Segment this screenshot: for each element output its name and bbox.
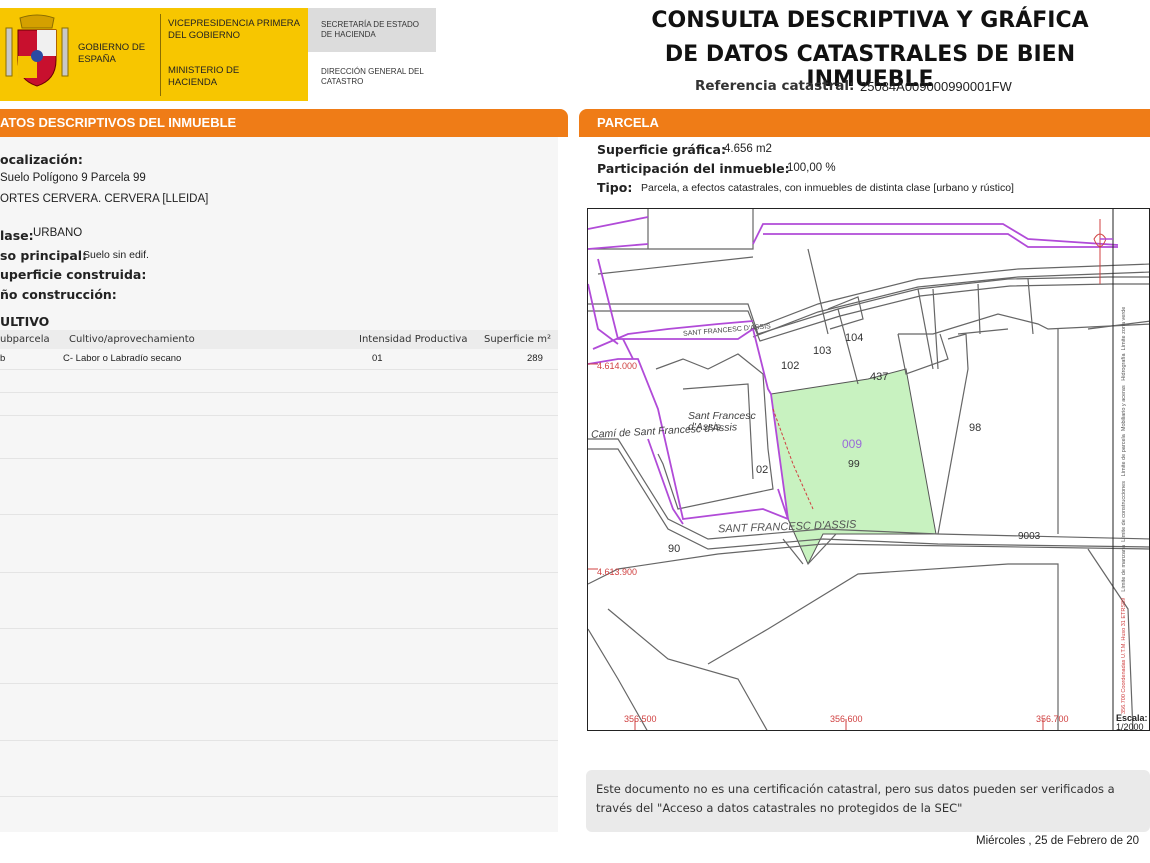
disclaimer-box: Este documento no es una certificación c… <box>586 770 1150 832</box>
map-label-9003: 9003 <box>1018 531 1041 542</box>
divider <box>160 14 161 96</box>
map-coord-x1: 356.500 <box>624 714 657 724</box>
legend-item-construcciones: Límite de construcciones <box>1121 481 1127 542</box>
anio-construccion-label: ño construcción: <box>0 287 117 302</box>
table-rule <box>0 514 558 515</box>
secretaria-label: SECRETARÍA DE ESTADO DE HACIENDA <box>321 20 419 39</box>
coat-of-arms-icon <box>5 14 69 87</box>
localizacion-label: ocalización: <box>0 152 83 167</box>
clase-value: URBANO <box>33 227 83 239</box>
th-intensidad: Intensidad Productiva <box>359 334 468 345</box>
map-svg <box>588 209 1149 730</box>
table-rule <box>0 796 558 797</box>
table-rule <box>0 458 558 459</box>
table-rule <box>0 415 558 416</box>
map-label-104: 104 <box>845 332 864 344</box>
descriptive-panel <box>0 137 558 832</box>
map-label-009: 009 <box>842 437 863 451</box>
map-coord-x3: 356.700 <box>1036 714 1069 724</box>
ref-value: 25084A009000990001FW <box>860 79 1012 94</box>
clase-label: lase: <box>0 228 34 243</box>
tipo-label: Tipo: <box>597 180 633 195</box>
map-label-90: 90 <box>668 543 681 555</box>
participacion-label: Participación del inmueble: <box>597 161 790 176</box>
cultivo-title: ULTIVO <box>0 314 50 329</box>
th-cultivo: Cultivo/aprovechamiento <box>69 334 195 345</box>
cell-intensidad: 01 <box>372 353 383 364</box>
uso-value: Suelo sin edif. <box>83 249 149 261</box>
localizacion-line1: Suelo Polígono 9 Parcela 99 <box>0 172 146 184</box>
table-rule <box>0 740 558 741</box>
map-legend: 356.700 Coordenadas U.T.M. Huso 31 ETRS8… <box>1121 214 1141 714</box>
section-title: ATOS DESCRIPTIVOS DEL INMUEBLE <box>0 115 237 130</box>
map-label-102: 102 <box>781 360 800 372</box>
escala-value: 1/2000 <box>1116 722 1144 731</box>
map-label-02: 02 <box>756 464 769 476</box>
map-label-98: 98 <box>969 422 982 434</box>
legend-item-mobiliario: Mobiliario y aceras <box>1121 385 1127 432</box>
direccion-label: DIRECCIÓN GENERAL DEL CATASTRO <box>321 67 424 86</box>
participacion-value: 100,00 % <box>787 162 836 174</box>
legend-item-parcela: Límite de parcela <box>1121 434 1127 477</box>
document-date: Miércoles , 25 de Febrero de 20 <box>976 835 1140 847</box>
map-coord-y1: 4.614.000 <box>597 361 638 371</box>
vicepresidencia-label: VICEPRESIDENCIA PRIMERA DEL GOBIERNO <box>168 18 300 41</box>
cell-cultivo: C- Labor o Labradío secano <box>63 353 182 364</box>
gobierno-label: GOBIERNO DE ESPAÑA <box>78 42 146 65</box>
legend-item-manzana: Límite de manzana <box>1121 544 1127 592</box>
map-coord-y2: 4.613.900 <box>597 567 638 577</box>
map-label-437: 437 <box>870 371 889 383</box>
cell-subparcela: b <box>0 353 6 364</box>
cadastral-map[interactable]: 102 103 104 437 98 02 90 9003 009 99 SAN… <box>587 208 1150 731</box>
tipo-value: Parcela, a efectos catastrales, con inmu… <box>641 182 1014 194</box>
disclaimer-text: Este documento no es una certificación c… <box>596 782 1115 815</box>
uso-label: so principal: <box>0 248 88 263</box>
th-superficie: Superficie m² <box>484 334 551 345</box>
table-rule <box>0 369 558 370</box>
section-title: PARCELA <box>597 115 659 130</box>
table-rule <box>0 392 558 393</box>
th-subparcela: ubparcela <box>0 334 50 345</box>
legend-coords: 356.700 Coordenadas U.T.M. Huso 31 ETRS8… <box>1121 597 1127 714</box>
superficie-construida-label: uperficie construida: <box>0 267 147 282</box>
ref-label: Referencia catastral: <box>695 78 855 94</box>
table-rule <box>0 572 558 573</box>
localizacion-line2: ORTES CERVERA. CERVERA [LLEIDA] <box>0 193 209 205</box>
section-header-descriptivos: ATOS DESCRIPTIVOS DEL INMUEBLE <box>0 109 568 137</box>
map-label-103: 103 <box>813 345 832 357</box>
ministerio-label: MINISTERIO DE HACIENDA <box>168 65 240 88</box>
legend-item-zona-verde: Límite zona verde <box>1121 306 1127 351</box>
table-rule <box>0 683 558 684</box>
map-label-99: 99 <box>848 458 860 470</box>
cell-superficie: 289 <box>527 353 543 364</box>
table-rule <box>0 628 558 629</box>
sup-grafica-value: 4.656 m2 <box>724 143 772 155</box>
map-coord-x2: 356.600 <box>830 714 863 724</box>
section-header-parcela: PARCELA <box>579 109 1150 137</box>
sup-grafica-label: Superficie gráfica: <box>597 142 726 157</box>
page-title-line1: CONSULTA DESCRIPTIVA Y GRÁFICA <box>651 8 1089 33</box>
legend-item-hidrografia: Hidrografía <box>1121 353 1127 381</box>
